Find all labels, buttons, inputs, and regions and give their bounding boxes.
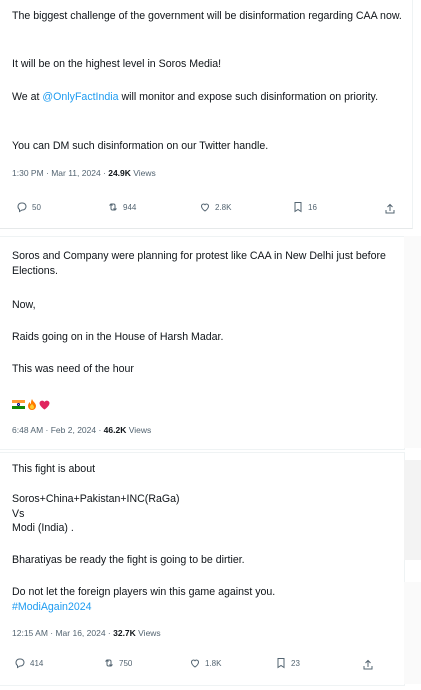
timestamp[interactable]: 12:15 AM · Mar 16, 2024 · — [12, 628, 113, 638]
views-label: Views — [126, 425, 152, 435]
like-button[interactable]: 2.8K — [199, 201, 231, 213]
heart-icon — [190, 659, 200, 668]
mention-link[interactable]: @OnlyFactIndia — [42, 91, 118, 103]
view-count: 32.7K — [113, 628, 136, 638]
like-count: 2.8K — [215, 202, 232, 212]
emoji-row — [12, 399, 50, 410]
heart-icon — [200, 203, 210, 212]
repost-icon — [105, 659, 113, 667]
bookmark-icon — [294, 202, 302, 213]
reply-count: 414 — [30, 658, 44, 668]
tweet-text-paragraph: Do not let the foreign players win this … — [12, 585, 275, 615]
like-button[interactable]: 1.8K — [189, 657, 221, 669]
tweet-text-paragraph: Soros+China+Pakistan+INC(RaGa) Vs Modi (… — [12, 493, 180, 534]
repost-button[interactable]: 944 — [107, 201, 136, 213]
view-count: 24.9K — [108, 168, 131, 178]
fire-icon — [28, 399, 36, 410]
reply-count: 50 — [32, 202, 41, 212]
tweet-text-paragraph: Now, — [12, 299, 36, 311]
tweet-text-paragraph: Raids going on in the House of Harsh Mad… — [12, 331, 224, 343]
share-button[interactable] — [384, 202, 396, 220]
repost-icon — [109, 203, 117, 211]
share-icon — [385, 203, 395, 214]
like-count: 1.8K — [205, 658, 222, 668]
tweet-1[interactable]: The biggest challenge of the government … — [0, 0, 413, 229]
reply-icon — [17, 202, 27, 213]
timestamp[interactable]: 1:30 PM · Mar 11, 2024 · — [12, 168, 108, 178]
bookmark-count: 23 — [291, 658, 300, 668]
tweet-text-paragraph: This was need of the hour — [12, 363, 134, 375]
bookmark-button[interactable]: 16 — [292, 201, 317, 213]
tweet-text-paragraph: Soros and Company were planning for prot… — [12, 250, 386, 277]
adjacent-card-edge — [404, 236, 421, 448]
tweet-3[interactable]: This fight is about Soros+China+Pakistan… — [0, 452, 405, 686]
reply-button[interactable]: 50 — [16, 201, 41, 213]
tweet-text-paragraph: Bharatiyas be ready the fight is going t… — [12, 554, 245, 566]
text-segment: We at — [12, 91, 43, 103]
text-segment: will monitor and expose such disinformat… — [118, 91, 379, 103]
share-icon — [363, 659, 373, 670]
views-label: Views — [130, 168, 156, 178]
timestamp[interactable]: 6:48 AM · Feb 2, 2024 · — [12, 425, 104, 435]
tweet-meta: 6:48 AM · Feb 2, 2024 · 46.2K Views — [12, 425, 151, 435]
red-heart-icon — [39, 400, 50, 410]
text-segment: Do not let the foreign players win this … — [12, 586, 276, 598]
bookmark-count: 16 — [308, 202, 317, 212]
views-label: Views — [135, 628, 161, 638]
tweet-text-paragraph: You can DM such disinformation on our Tw… — [12, 140, 269, 152]
tweet-2[interactable]: Soros and Company were planning for prot… — [0, 236, 405, 450]
reply-button[interactable]: 414 — [14, 657, 43, 669]
repost-count: 750 — [119, 658, 133, 668]
action-bar: 414 750 1.8K 23 — [0, 657, 404, 673]
hashtag-link[interactable]: #ModiAgain2024 — [12, 601, 92, 613]
repost-button[interactable]: 750 — [103, 657, 132, 669]
adjacent-card-edge — [404, 582, 421, 684]
reply-icon — [15, 658, 25, 669]
bookmark-button[interactable]: 23 — [275, 657, 300, 669]
adjacent-card-edge — [404, 460, 421, 560]
view-count: 46.2K — [103, 425, 127, 435]
tweet-text-paragraph: We at @OnlyFactIndia will monitor and ex… — [12, 90, 404, 105]
tweet-meta: 12:15 AM · Mar 16, 2024 · 32.7K Views — [12, 628, 161, 638]
action-bar: 50 944 2.8K 16 — [0, 201, 404, 217]
tweet-text-paragraph: It will be on the highest level in Soros… — [12, 58, 222, 70]
tweet-text-paragraph: The biggest challenge of the government … — [12, 10, 402, 22]
india-flag-icon — [12, 400, 25, 409]
tweet-text-paragraph: This fight is about — [12, 463, 96, 475]
tweet-meta: 1:30 PM · Mar 11, 2024 · 24.9K Views — [12, 168, 156, 178]
repost-count: 944 — [123, 202, 137, 212]
bookmark-icon — [277, 658, 285, 669]
share-button[interactable] — [362, 658, 374, 676]
